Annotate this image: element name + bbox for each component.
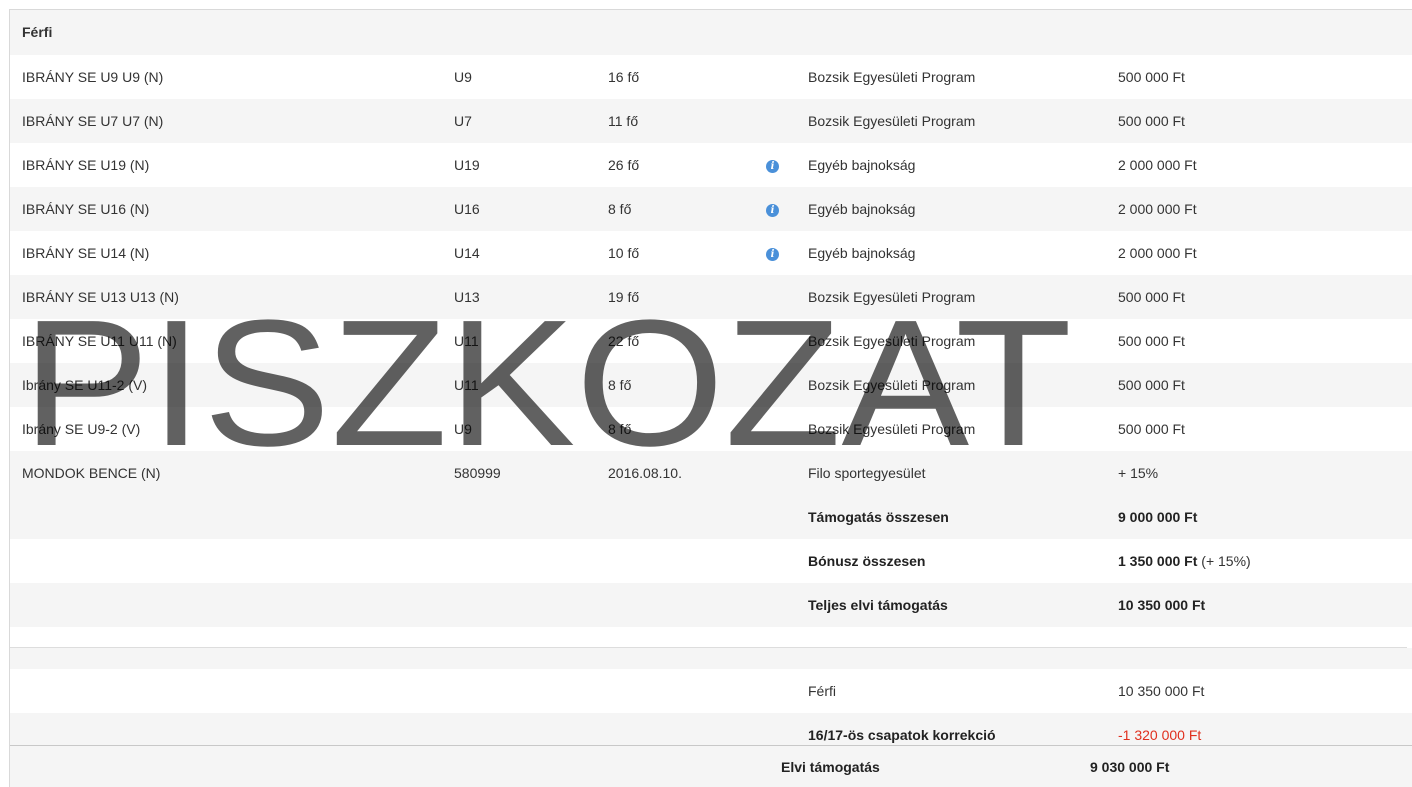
team-name: IBRÁNY SE U13 U13 (N) bbox=[22, 289, 179, 305]
team-row: IBRÁNY SE U19 (N) U19 26 fő Egyéb bajnokság… bbox=[10, 143, 1412, 187]
info-icon-cell[interactable]: i bbox=[766, 187, 779, 231]
team-amount: + 15% bbox=[1118, 465, 1159, 481]
category-row: Férfi 10 350 000 Ft bbox=[10, 669, 1412, 713]
team-player-count: 8 fő bbox=[608, 421, 632, 437]
team-age-group: U19 bbox=[454, 157, 480, 173]
team-program: Bozsik Egyesületi Program bbox=[808, 69, 976, 85]
team-amount: 500 000 Ft bbox=[1118, 69, 1185, 85]
bonus-total-cell: 1 350 000 Ft (+ 15%) bbox=[1118, 539, 1251, 583]
team-row: IBRÁNY SE U13 U13 (N) U13 19 fő Bozsik Egye… bbox=[10, 275, 1412, 319]
support-total-value: 9 000 000 Ft bbox=[1118, 509, 1198, 525]
section-header: Férfi bbox=[10, 10, 1412, 55]
grand-total-value: 9 030 000 Ft bbox=[1090, 759, 1170, 775]
team-age-group: U13 bbox=[454, 289, 480, 305]
grand-total-row: Elvi támogatás 9 030 000 Ft bbox=[10, 745, 1412, 787]
team-row: Ibrány SE U11-2 (V) U11 8 fő Bozsik Egyesül… bbox=[10, 363, 1412, 407]
team-row: IBRÁNY SE U11 U11 (N) U11 22 fő Bozsik Egye… bbox=[10, 319, 1412, 363]
category-value: 10 350 000 Ft bbox=[1118, 683, 1205, 699]
team-program: Bozsik Egyesületi Program bbox=[808, 289, 976, 305]
info-icon-cell[interactable]: i bbox=[766, 231, 779, 275]
team-player-count: 16 fő bbox=[608, 69, 640, 85]
team-amount: 2 000 000 Ft bbox=[1118, 245, 1197, 261]
team-program: Egyéb bajnokság bbox=[808, 245, 916, 261]
team-age-group: U9 bbox=[454, 69, 472, 85]
team-amount: 500 000 Ft bbox=[1118, 289, 1185, 305]
team-player-count: 11 fő bbox=[608, 113, 639, 129]
grand-total-label: Elvi támogatás bbox=[781, 759, 880, 775]
bonus-note: (+ 15%) bbox=[1201, 553, 1251, 569]
team-name: Ibrány SE U11-2 (V) bbox=[22, 377, 148, 393]
team-amount: 500 000 Ft bbox=[1118, 113, 1185, 129]
full-support-value: 10 350 000 Ft bbox=[1118, 597, 1206, 613]
team-name: IBRÁNY SE U11 U11 (N) bbox=[22, 333, 177, 349]
team-row: IBRÁNY SE U16 (N) U16 8 fő Egyéb bajnokság 2… bbox=[10, 187, 1412, 231]
team-amount: 500 000 Ft bbox=[1118, 377, 1185, 393]
team-name: IBRÁNY SE U7 U7 (N) bbox=[22, 113, 164, 129]
team-row: Ibrány SE U9-2 (V) U9 8 fő Bozsik Egyesület… bbox=[10, 407, 1412, 451]
team-program: Bozsik Egyesületi Program bbox=[808, 377, 976, 393]
team-player-count: 2016.08.10. bbox=[608, 465, 682, 481]
full-support-label: Teljes elvi támogatás bbox=[808, 597, 948, 613]
team-row: IBRÁNY SE U9 U9 (N) U9 16 fő Bozsik Egyesül… bbox=[10, 55, 1412, 99]
team-player-count: 8 fő bbox=[608, 377, 632, 393]
team-name: IBRÁNY SE U19 (N) bbox=[22, 157, 150, 173]
team-amount: 2 000 000 Ft bbox=[1118, 157, 1197, 173]
team-program: Egyéb bajnokság bbox=[808, 157, 916, 173]
team-program: Bozsik Egyesületi Program bbox=[808, 113, 976, 129]
team-row: IBRÁNY SE U14 (N) U14 10 fő Egyéb bajnokság… bbox=[10, 231, 1412, 275]
info-circle-icon[interactable]: i bbox=[766, 247, 779, 261]
team-amount: 500 000 Ft bbox=[1118, 333, 1185, 349]
team-program: Bozsik Egyesületi Program bbox=[808, 421, 976, 437]
team-name: IBRÁNY SE U9 U9 (N) bbox=[22, 69, 164, 85]
support-total-label: Támogatás összesen bbox=[808, 509, 949, 525]
team-player-count: 26 fő bbox=[608, 157, 640, 173]
team-name: Ibrány SE U9-2 (V) bbox=[22, 421, 141, 437]
team-age-group: 580999 bbox=[454, 465, 501, 481]
team-name: IBRÁNY SE U14 (N) bbox=[22, 245, 150, 261]
info-icon-cell[interactable]: i bbox=[766, 143, 779, 187]
team-list: IBRÁNY SE U9 U9 (N) U9 16 fő Bozsik Egyesül… bbox=[10, 55, 1412, 495]
team-player-count: 19 fő bbox=[608, 289, 640, 305]
team-age-group: U11 bbox=[454, 333, 479, 349]
team-age-group: U16 bbox=[454, 201, 480, 217]
support-summary-panel: Férfi IBRÁNY SE U9 U9 (N) U9 16 fő Bozsik E… bbox=[9, 9, 1412, 787]
team-program: Egyéb bajnokság bbox=[808, 201, 916, 217]
divider-gap bbox=[10, 648, 1412, 669]
team-player-count: 8 fő bbox=[608, 201, 632, 217]
bonus-total-value: 1 350 000 Ft bbox=[1118, 553, 1198, 569]
summary-row-support: Támogatás összesen 9 000 000 Ft bbox=[10, 495, 1412, 539]
summary-row-full: Teljes elvi támogatás 10 350 000 Ft bbox=[10, 583, 1412, 627]
team-row: IBRÁNY SE U7 U7 (N) U7 11 fő Bozsik Egyesül… bbox=[10, 99, 1412, 143]
team-row: MONDOK BENCE (N) 580999 2016.08.10. Filo sp… bbox=[10, 451, 1412, 495]
team-name: IBRÁNY SE U16 (N) bbox=[22, 201, 150, 217]
team-age-group: U11 bbox=[454, 377, 479, 393]
info-circle-icon[interactable]: i bbox=[766, 159, 779, 173]
info-circle-icon[interactable]: i bbox=[766, 203, 779, 217]
team-age-group: U14 bbox=[454, 245, 480, 261]
team-name: MONDOK BENCE (N) bbox=[22, 465, 161, 481]
team-age-group: U9 bbox=[454, 421, 472, 437]
team-amount: 2 000 000 Ft bbox=[1118, 201, 1197, 217]
team-player-count: 22 fő bbox=[608, 333, 640, 349]
category-label: Férfi bbox=[808, 683, 836, 699]
section-title: Férfi bbox=[22, 24, 53, 40]
team-program: Filo sportegyesület bbox=[808, 465, 926, 481]
bonus-total-label: Bónusz összesen bbox=[808, 553, 926, 569]
team-program: Bozsik Egyesületi Program bbox=[808, 333, 976, 349]
team-age-group: U7 bbox=[454, 113, 472, 129]
section-divider bbox=[10, 627, 1407, 648]
team-player-count: 10 fő bbox=[608, 245, 640, 261]
team-amount: 500 000 Ft bbox=[1118, 421, 1185, 437]
summary-row-bonus: Bónusz összesen 1 350 000 Ft (+ 15%) bbox=[10, 539, 1412, 583]
